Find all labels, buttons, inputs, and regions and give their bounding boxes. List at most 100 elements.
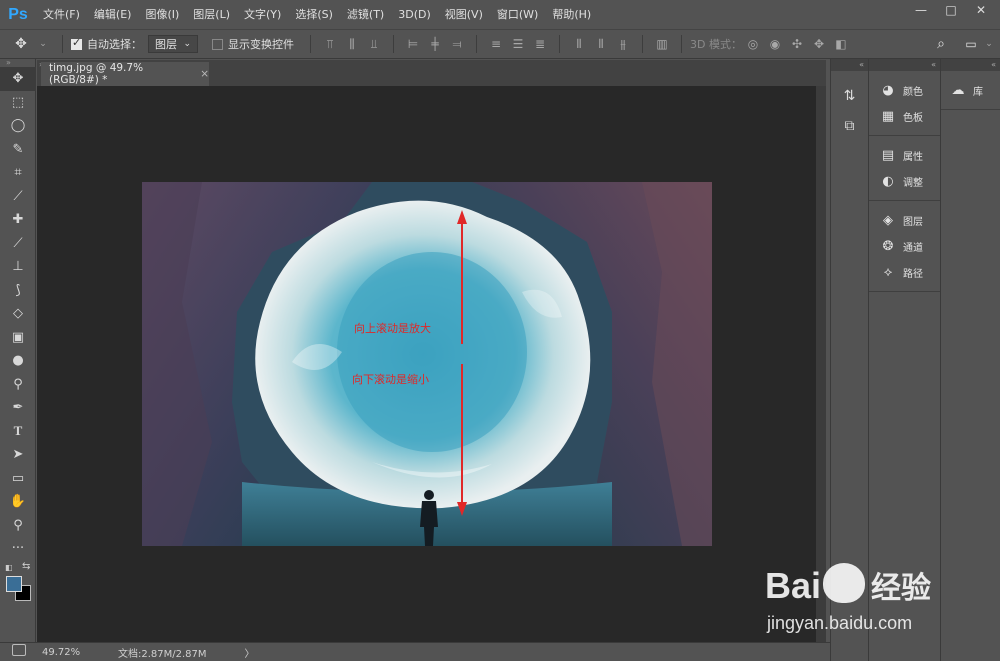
- adjustments-icon: ◐: [882, 173, 894, 189]
- panel-layers-label: 图层: [903, 216, 923, 228]
- dodge-tool-icon[interactable]: ⚲: [0, 373, 36, 397]
- foreground-color-swatch[interactable]: [6, 575, 22, 592]
- distribute-vcenter-icon[interactable]: ☰: [510, 36, 526, 52]
- quick-mask-icon[interactable]: [12, 644, 26, 656]
- distribute-hcenter-icon[interactable]: ⫴: [593, 36, 609, 52]
- crop-tool-icon[interactable]: ⌗: [0, 161, 36, 185]
- history-brush-tool-icon[interactable]: ⟆: [0, 279, 36, 303]
- close-tab-icon[interactable]: ×: [200, 68, 209, 80]
- show-transform-checkbox[interactable]: [212, 38, 223, 50]
- menu-filter[interactable]: 滤镜(T): [340, 0, 391, 29]
- window-controls: — □ ✕: [906, 0, 996, 20]
- auto-select-label: 自动选择：: [87, 38, 142, 51]
- paw-icon: [823, 563, 866, 603]
- panel-libraries[interactable]: ☁ 库: [941, 77, 1000, 103]
- minimize-button[interactable]: —: [906, 0, 936, 20]
- align-top-icon[interactable]: ⫪: [322, 36, 338, 52]
- hand-tool-icon[interactable]: ✋: [0, 490, 36, 514]
- marquee-tool-icon[interactable]: ⬚: [0, 91, 36, 115]
- close-button[interactable]: ✕: [966, 0, 996, 20]
- panel-paths[interactable]: ⟡ 路径: [869, 259, 940, 285]
- zoom-tool-icon[interactable]: ⚲: [0, 514, 36, 538]
- collapse-icon[interactable]: «: [869, 59, 940, 71]
- menu-image[interactable]: 图像(I): [138, 0, 186, 29]
- default-colors-icon[interactable]: ◧: [5, 563, 13, 572]
- move-tool-icon[interactable]: ✥: [13, 36, 29, 52]
- align-bottom-icon[interactable]: ⫫: [366, 36, 382, 52]
- collapse-icon[interactable]: »: [0, 59, 35, 67]
- collapse-icon[interactable]: «: [941, 59, 1000, 71]
- clone-stamp-tool-icon[interactable]: ⊥: [0, 255, 36, 279]
- blur-tool-icon[interactable]: ●: [0, 349, 36, 373]
- brush-tool-icon[interactable]: ⟋: [0, 232, 36, 256]
- distribute-top-icon[interactable]: ≡: [488, 36, 504, 52]
- eyedropper-tool-icon[interactable]: ⟋: [0, 185, 36, 209]
- align-hcenter-icon[interactable]: ╪: [427, 36, 443, 52]
- path-select-tool-icon[interactable]: ➤: [0, 443, 36, 467]
- workspace-icon[interactable]: ▭: [963, 36, 979, 52]
- options-bar: ✥ ⌄ 自动选择： 图层 ⌄ 显示变换控件 ⫪ ⫼ ⫫ ⊨ ╪ ⫤ ≡ ☰ ≣ …: [0, 29, 1000, 59]
- pen-tool-icon[interactable]: ✒: [0, 396, 36, 420]
- align-vcenter-icon[interactable]: ⫼: [344, 36, 360, 52]
- panel-color[interactable]: ◕ 颜色: [869, 77, 940, 103]
- gradient-tool-icon[interactable]: ▣: [0, 326, 36, 350]
- menu-select[interactable]: 选择(S): [288, 0, 340, 29]
- swap-colors-icon[interactable]: ⇆: [22, 561, 30, 572]
- properties-panel-group: ▤ 属性 ◐ 调整: [869, 136, 940, 201]
- menu-layer[interactable]: 图层(L): [186, 0, 237, 29]
- tools-panel: » ✥ ⬚ ◯ ✎ ⌗ ⟋ ✚ ⟋ ⊥ ⟆ ◇ ▣ ● ⚲ ✒ T ➤ ▭ ✋ …: [0, 59, 36, 642]
- align-left-icon[interactable]: ⊨: [405, 36, 421, 52]
- lasso-tool-icon[interactable]: ◯: [0, 114, 36, 138]
- document-title: timg.jpg @ 49.7%(RGB/8#) *: [49, 62, 144, 86]
- search-icon[interactable]: ⌕: [933, 36, 949, 52]
- auto-select-checkbox[interactable]: [71, 36, 82, 50]
- panel-properties[interactable]: ▤ 属性: [869, 142, 940, 168]
- roll-3d-icon[interactable]: ◉: [767, 36, 783, 52]
- history-icon[interactable]: ⇅: [831, 81, 868, 111]
- panel-adjustments[interactable]: ◐ 调整: [869, 168, 940, 194]
- menu-3d[interactable]: 3D(D): [391, 0, 438, 29]
- pan-3d-icon[interactable]: ✣: [789, 36, 805, 52]
- orbit-3d-icon[interactable]: ◎: [745, 36, 761, 52]
- maximize-button[interactable]: □: [936, 0, 966, 20]
- panel-adjustments-label: 调整: [903, 177, 923, 189]
- distribute-right-icon[interactable]: ⫵: [615, 36, 631, 52]
- distribute-left-icon[interactable]: ⦀: [571, 36, 587, 52]
- chevron-down-icon[interactable]: ⌄: [981, 36, 997, 52]
- menu-view[interactable]: 视图(V): [438, 0, 490, 29]
- quick-select-tool-icon[interactable]: ✎: [0, 138, 36, 162]
- collapse-icon[interactable]: «: [831, 59, 868, 71]
- panel-channels[interactable]: ❂ 通道: [869, 233, 940, 259]
- menu-file[interactable]: 文件(F): [36, 0, 87, 29]
- zoom-level[interactable]: 49.72%: [42, 647, 84, 658]
- type-tool-icon[interactable]: T: [0, 420, 36, 444]
- photoshop-logo: Ps: [8, 5, 28, 23]
- slide-3d-icon[interactable]: ✥: [811, 36, 827, 52]
- move-tool-icon[interactable]: ✥: [0, 67, 36, 91]
- auto-align-icon[interactable]: ▥: [654, 36, 670, 52]
- scale-3d-icon[interactable]: ◧: [833, 36, 849, 52]
- panel-swatches[interactable]: ▦ 色板: [869, 103, 940, 129]
- chevron-down-icon[interactable]: ⌄: [35, 36, 51, 52]
- menu-type[interactable]: 文字(Y): [237, 0, 288, 29]
- align-right-icon[interactable]: ⫤: [449, 36, 465, 52]
- document-image[interactable]: 向上滚动是放大 向下滚动是缩小: [142, 182, 712, 546]
- document-tab[interactable]: timg.jpg @ 49.7%(RGB/8#) * ×: [41, 62, 209, 86]
- panel-paths-label: 路径: [903, 268, 923, 280]
- rectangle-tool-icon[interactable]: ▭: [0, 467, 36, 491]
- more-tools-icon[interactable]: ···: [0, 537, 36, 561]
- status-menu-arrow[interactable]: 〉: [245, 645, 255, 660]
- show-transform-label: 显示变换控件: [228, 38, 294, 51]
- eraser-tool-icon[interactable]: ◇: [0, 302, 36, 326]
- healing-brush-tool-icon[interactable]: ✚: [0, 208, 36, 232]
- menu-window[interactable]: 窗口(W): [490, 0, 545, 29]
- tool-presets-icon[interactable]: ⧉: [831, 111, 868, 141]
- menu-edit[interactable]: 编辑(E): [87, 0, 139, 29]
- panel-channels-label: 通道: [903, 242, 923, 254]
- watermark-brand: Bai: [765, 565, 822, 606]
- auto-select-dropdown[interactable]: 图层 ⌄: [148, 35, 198, 53]
- panel-layers[interactable]: ◈ 图层: [869, 207, 940, 233]
- status-bar: 49.72% 文档:2.87M/2.87M 〉: [0, 642, 830, 661]
- distribute-bottom-icon[interactable]: ≣: [532, 36, 548, 52]
- menu-help[interactable]: 帮助(H): [545, 0, 598, 29]
